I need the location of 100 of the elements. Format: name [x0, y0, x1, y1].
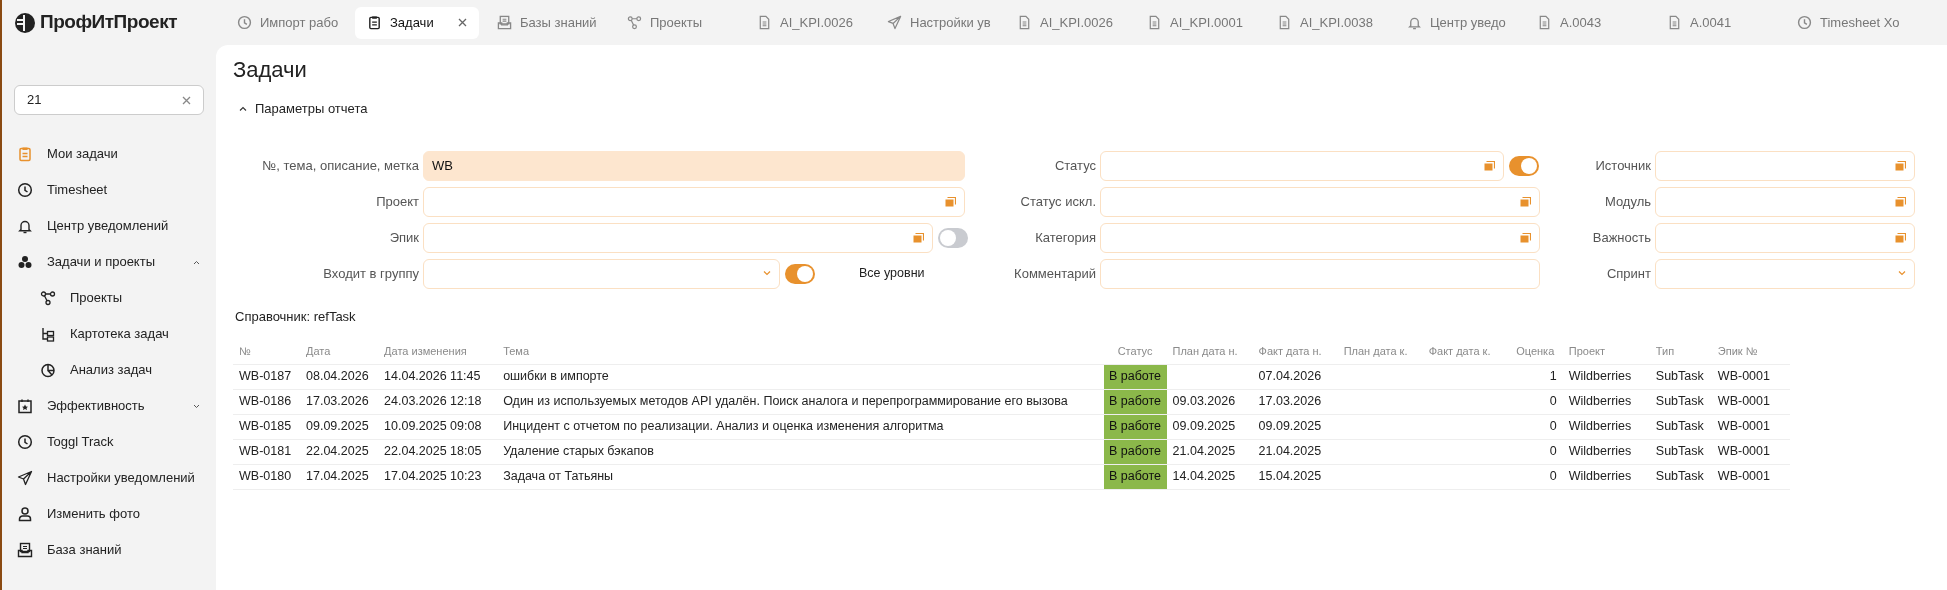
tab[interactable]: AI_KPI.0038	[1265, 6, 1389, 39]
chevron-down-icon	[193, 403, 200, 409]
input-field[interactable]	[423, 258, 780, 289]
folder-icon[interactable]	[1520, 232, 1531, 243]
tab[interactable]: Центр уведо	[1395, 6, 1519, 39]
clear-icon[interactable]	[182, 95, 191, 105]
table-cell: Wildberries	[1562, 439, 1650, 464]
table-cell: 24.03.2026 12:18	[378, 389, 498, 414]
sidebar-item[interactable]: Настройки уведомлений	[2, 460, 216, 496]
status-label: В работе	[1103, 464, 1167, 489]
sidebar-item[interactable]: Картотека задач	[2, 316, 216, 352]
column-header: Статус	[1103, 338, 1167, 364]
table-cell: 10.09.2025 09:08	[378, 414, 498, 439]
table-cell: Удаление старых бэкапов	[497, 439, 1104, 464]
input-field[interactable]	[1100, 150, 1504, 181]
sidebar-item[interactable]: Эффективность	[2, 388, 216, 424]
column-header: План дата н.	[1166, 338, 1253, 364]
field-label: Проект	[375, 192, 420, 211]
sidebar-item[interactable]: Мои задачи	[2, 136, 216, 172]
table-cell: 21.04.2025	[1252, 439, 1338, 464]
field-label: №, тема, описание, метка	[261, 156, 420, 175]
clipboard-icon	[367, 15, 382, 30]
document-icon	[1667, 15, 1682, 30]
folder-icon[interactable]	[945, 196, 956, 207]
field-label: Спринт	[1605, 264, 1652, 283]
table-cell: 0	[1507, 464, 1563, 489]
table-cell: WB-0001	[1711, 389, 1790, 414]
folder-icon[interactable]	[1484, 160, 1495, 171]
document-icon	[1277, 15, 1292, 30]
input-field[interactable]	[1100, 258, 1540, 289]
chevron-down-icon[interactable]	[763, 271, 771, 276]
input-field[interactable]	[1655, 258, 1915, 289]
table-cell: 09.09.2025	[1252, 414, 1338, 439]
input-field[interactable]	[1655, 150, 1915, 181]
column-header: План дата к.	[1337, 338, 1423, 364]
folder-icon[interactable]	[1895, 196, 1906, 207]
table-cell: Один из используемых методов API удалён. Поиск аналога и перепрограммирование его вызова	[497, 389, 1104, 414]
input-field[interactable]	[1100, 186, 1540, 217]
column-header: Тема	[497, 338, 1104, 364]
sidebar-item[interactable]: Timesheet	[2, 172, 216, 208]
table-cell: Wildberries	[1562, 414, 1650, 439]
close-icon[interactable]	[458, 18, 467, 27]
tab[interactable]: Импорт рабо	[225, 6, 349, 39]
table-cell: 08.04.2026	[300, 364, 379, 389]
toggle-switch[interactable]	[1509, 155, 1539, 176]
table-cell: 09.09.2025	[1166, 414, 1253, 439]
chevron-down-icon[interactable]	[1898, 271, 1906, 276]
field-label: Важность	[1591, 228, 1652, 247]
logo-text: ПрофИтПроект	[40, 10, 177, 35]
tab[interactable]: Задачи	[355, 6, 479, 39]
document-icon	[757, 15, 772, 30]
table-caption: Справочник: refTask	[235, 307, 357, 326]
tab[interactable]: AI_KPI.0026	[1005, 6, 1129, 39]
table-cell: SubTask	[1649, 389, 1712, 414]
table-cell: WB-0185	[233, 414, 301, 439]
tab[interactable]: AI_KPI.0026	[745, 6, 869, 39]
logo-icon	[14, 11, 36, 34]
tab[interactable]: Проекты	[615, 6, 739, 39]
input-field[interactable]	[1655, 222, 1915, 253]
column-header: Факт дата н.	[1252, 338, 1338, 364]
toggle-switch[interactable]	[785, 263, 815, 284]
field-label: Источник	[1594, 156, 1652, 175]
folder-icon[interactable]	[1520, 196, 1531, 207]
table-cell: SubTask	[1649, 414, 1712, 439]
tab[interactable]: AI_KPI.0001	[1135, 6, 1259, 39]
folder-icon[interactable]	[1895, 232, 1906, 243]
input-field[interactable]	[1100, 222, 1540, 253]
sidebar-item[interactable]: Toggl Track	[2, 424, 216, 460]
tab[interactable]: A.0043	[1525, 6, 1649, 39]
sidebar-item[interactable]: Проекты	[2, 280, 216, 316]
folder-icon[interactable]	[1895, 160, 1906, 171]
table-cell: WB-0186	[233, 389, 301, 414]
table-cell: WB-0001	[1711, 439, 1790, 464]
report-parameters-toggle[interactable]: Параметры отчета	[239, 99, 368, 119]
table-cell: Wildberries	[1562, 364, 1650, 389]
toggle-switch[interactable]	[938, 227, 968, 248]
input-field[interactable]	[423, 186, 965, 217]
tab[interactable]: Базы знаний	[485, 6, 609, 39]
input-field[interactable]	[1655, 186, 1915, 217]
tab[interactable]: Настройки ув	[875, 6, 999, 39]
toggle-label: Все уровни	[859, 265, 925, 283]
status-label: В работе	[1103, 364, 1167, 389]
sidebar-item[interactable]: Центр уведомлений	[2, 208, 216, 244]
table-cell: Задача от Татьяны	[497, 464, 1104, 489]
search-field[interactable]: 21	[14, 85, 204, 115]
sidebar-item[interactable]: Анализ задач	[2, 352, 216, 388]
table-cell: 09.03.2026	[1166, 389, 1253, 414]
tab[interactable]: Timesheet Хо	[1785, 6, 1909, 39]
field-label: Эпик	[388, 228, 420, 247]
sidebar-item[interactable]: База знаний	[2, 532, 216, 568]
folder-icon[interactable]	[913, 232, 924, 243]
input-field[interactable]: WB	[423, 150, 965, 181]
sidebar-item[interactable]: Задачи и проекты	[2, 244, 216, 280]
input-field[interactable]	[423, 222, 933, 253]
tab[interactable]: A.0041	[1655, 6, 1779, 39]
table-cell: 17.03.2026	[1252, 389, 1338, 414]
column-header: Факт дата к.	[1422, 338, 1508, 364]
table-cell: 21.04.2025	[1166, 439, 1253, 464]
sidebar-item[interactable]: Изменить фото	[2, 496, 216, 532]
column-header: Дата	[300, 338, 379, 364]
